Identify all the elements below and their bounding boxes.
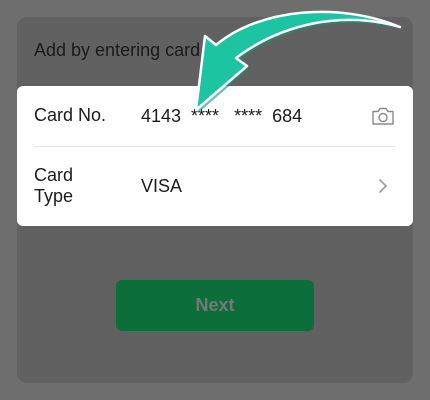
- card-number-field[interactable]: 4143 **** **** 684: [141, 106, 302, 127]
- chevron-right-icon: [379, 179, 387, 193]
- card-type-row[interactable]: Card Type VISA: [17, 147, 413, 226]
- card-number-label: Card No.: [34, 105, 107, 125]
- card-type-label: Card Type: [34, 165, 74, 206]
- card-type-value: VISA: [141, 176, 183, 196]
- section-title: Add by entering card: [34, 40, 201, 60]
- card-number-row[interactable]: Card No. 4143 **** **** 684: [17, 86, 413, 146]
- card-form: Card No. 4143 **** **** 684 Card Type VI…: [17, 86, 413, 226]
- camera-icon[interactable]: [371, 106, 395, 126]
- next-button[interactable]: Next: [116, 280, 314, 331]
